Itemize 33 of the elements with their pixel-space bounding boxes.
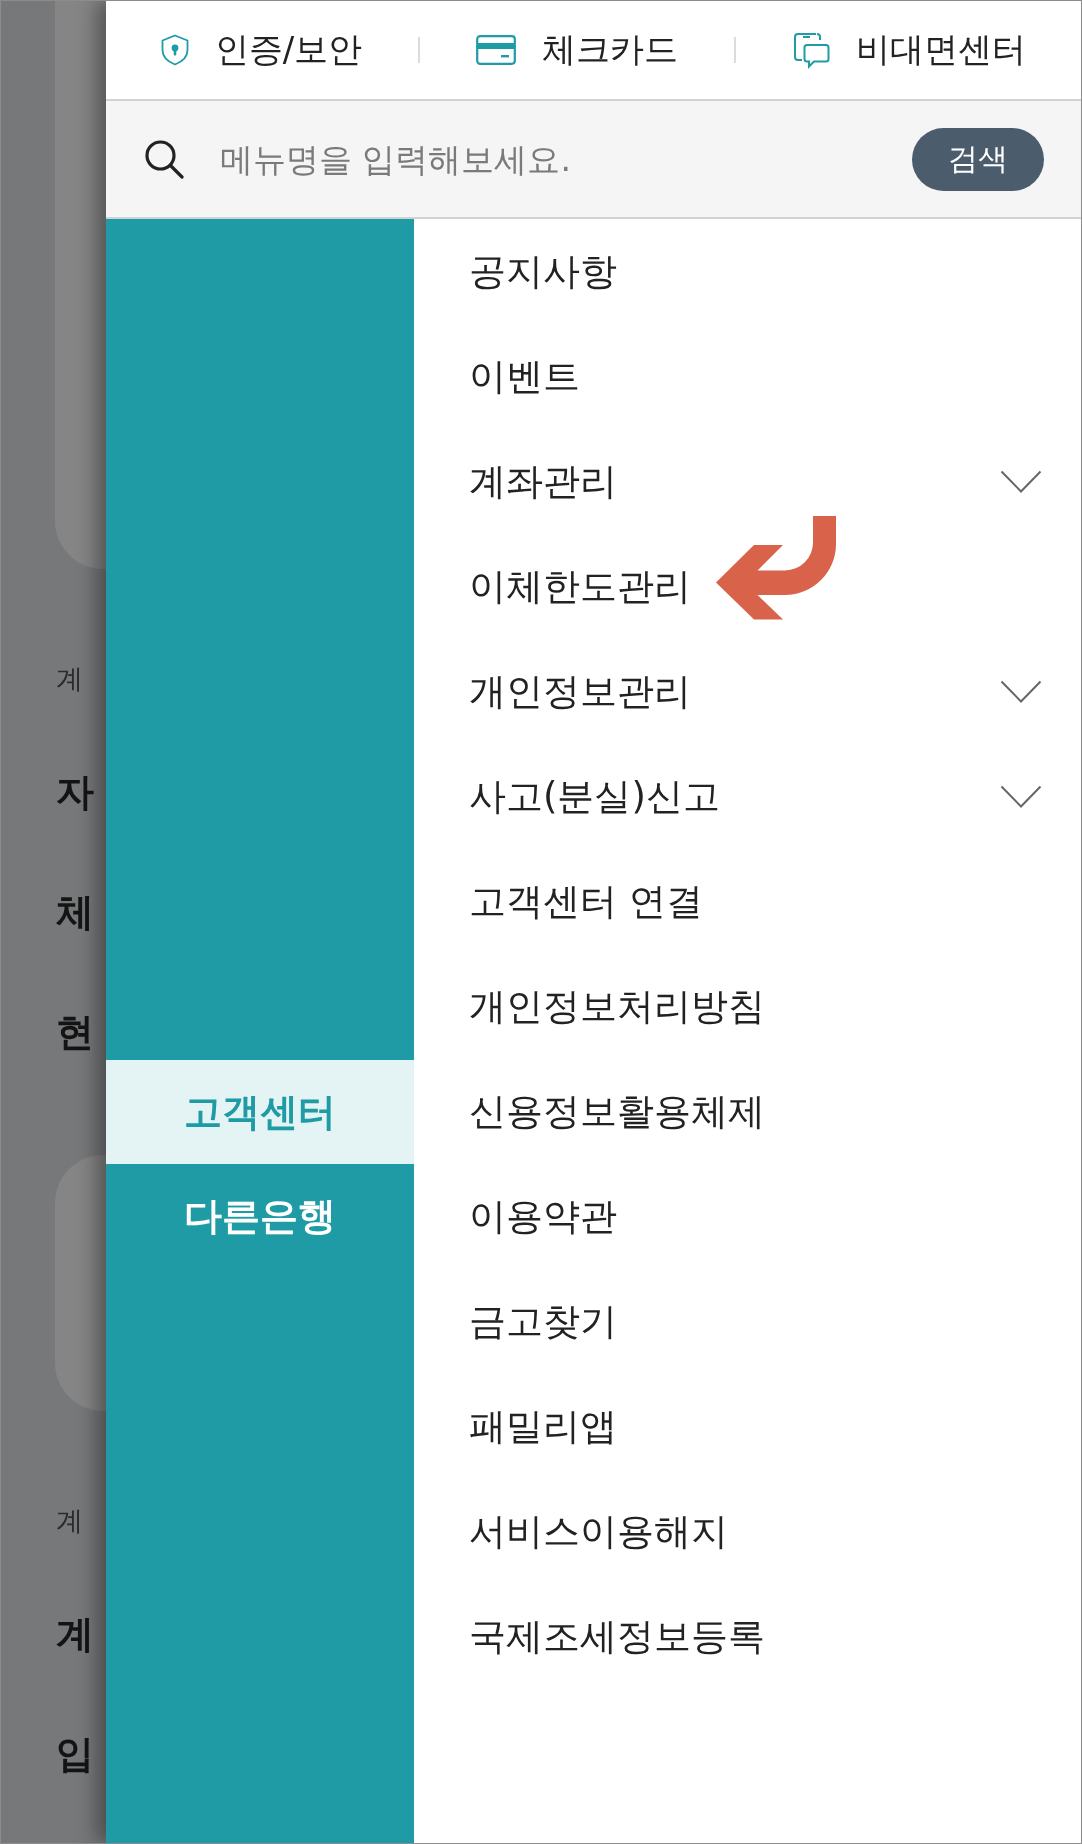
section-heading: 계 (56, 1611, 95, 1657)
menu-item[interactable]: 금고찾기 (414, 1269, 1081, 1374)
shortcut-link[interactable]: 인증/보안 (160, 27, 363, 73)
menu-item[interactable]: 패밀리앱 (414, 1374, 1081, 1479)
shortcut-link[interactable]: 비대면센터 (792, 27, 1027, 73)
menu-item[interactable]: 신용정보활용체제 (414, 1059, 1081, 1164)
menu-item[interactable]: 개인정보처리방침 (414, 954, 1081, 1059)
section-heading: 입 (56, 1731, 95, 1777)
chevron-down-icon (1000, 784, 1042, 809)
shield-icon (160, 34, 189, 66)
menu-item[interactable]: 개인정보관리 (414, 639, 1081, 744)
card-icon (476, 35, 517, 65)
menu-item[interactable]: 이체한도관리 (414, 534, 1081, 639)
section-caption: 계 (56, 663, 84, 695)
chevron-down-icon (1000, 469, 1042, 494)
menu-item[interactable]: 계좌관리 (414, 429, 1081, 534)
menu-item[interactable]: 공지사항 (414, 219, 1081, 324)
menu-item[interactable]: 이벤트 (414, 324, 1081, 429)
menu-item[interactable]: 국제조세정보등록 (414, 1584, 1081, 1689)
shortcut-link[interactable]: 체크카드 (476, 27, 679, 73)
section-heading: 현 (56, 1009, 95, 1055)
section-caption: 계 (56, 1505, 84, 1537)
search-button[interactable]: 검색 (912, 127, 1044, 191)
menu-item[interactable]: 고객센터 연결 (414, 849, 1081, 954)
menu-item[interactable]: 서비스이용해지 (414, 1479, 1081, 1584)
search-field[interactable]: 메뉴명을 입력해보세요. 검색 (106, 101, 1081, 219)
search-icon (144, 139, 184, 179)
chat-document-icon (792, 31, 831, 69)
section-heading: 체 (56, 889, 95, 935)
menu-item[interactable]: 사고(분실)신고 (414, 744, 1081, 849)
section-heading: 자 (56, 769, 95, 815)
chevron-down-icon (1000, 679, 1042, 704)
menu-item[interactable]: 이용약관 (414, 1164, 1081, 1269)
